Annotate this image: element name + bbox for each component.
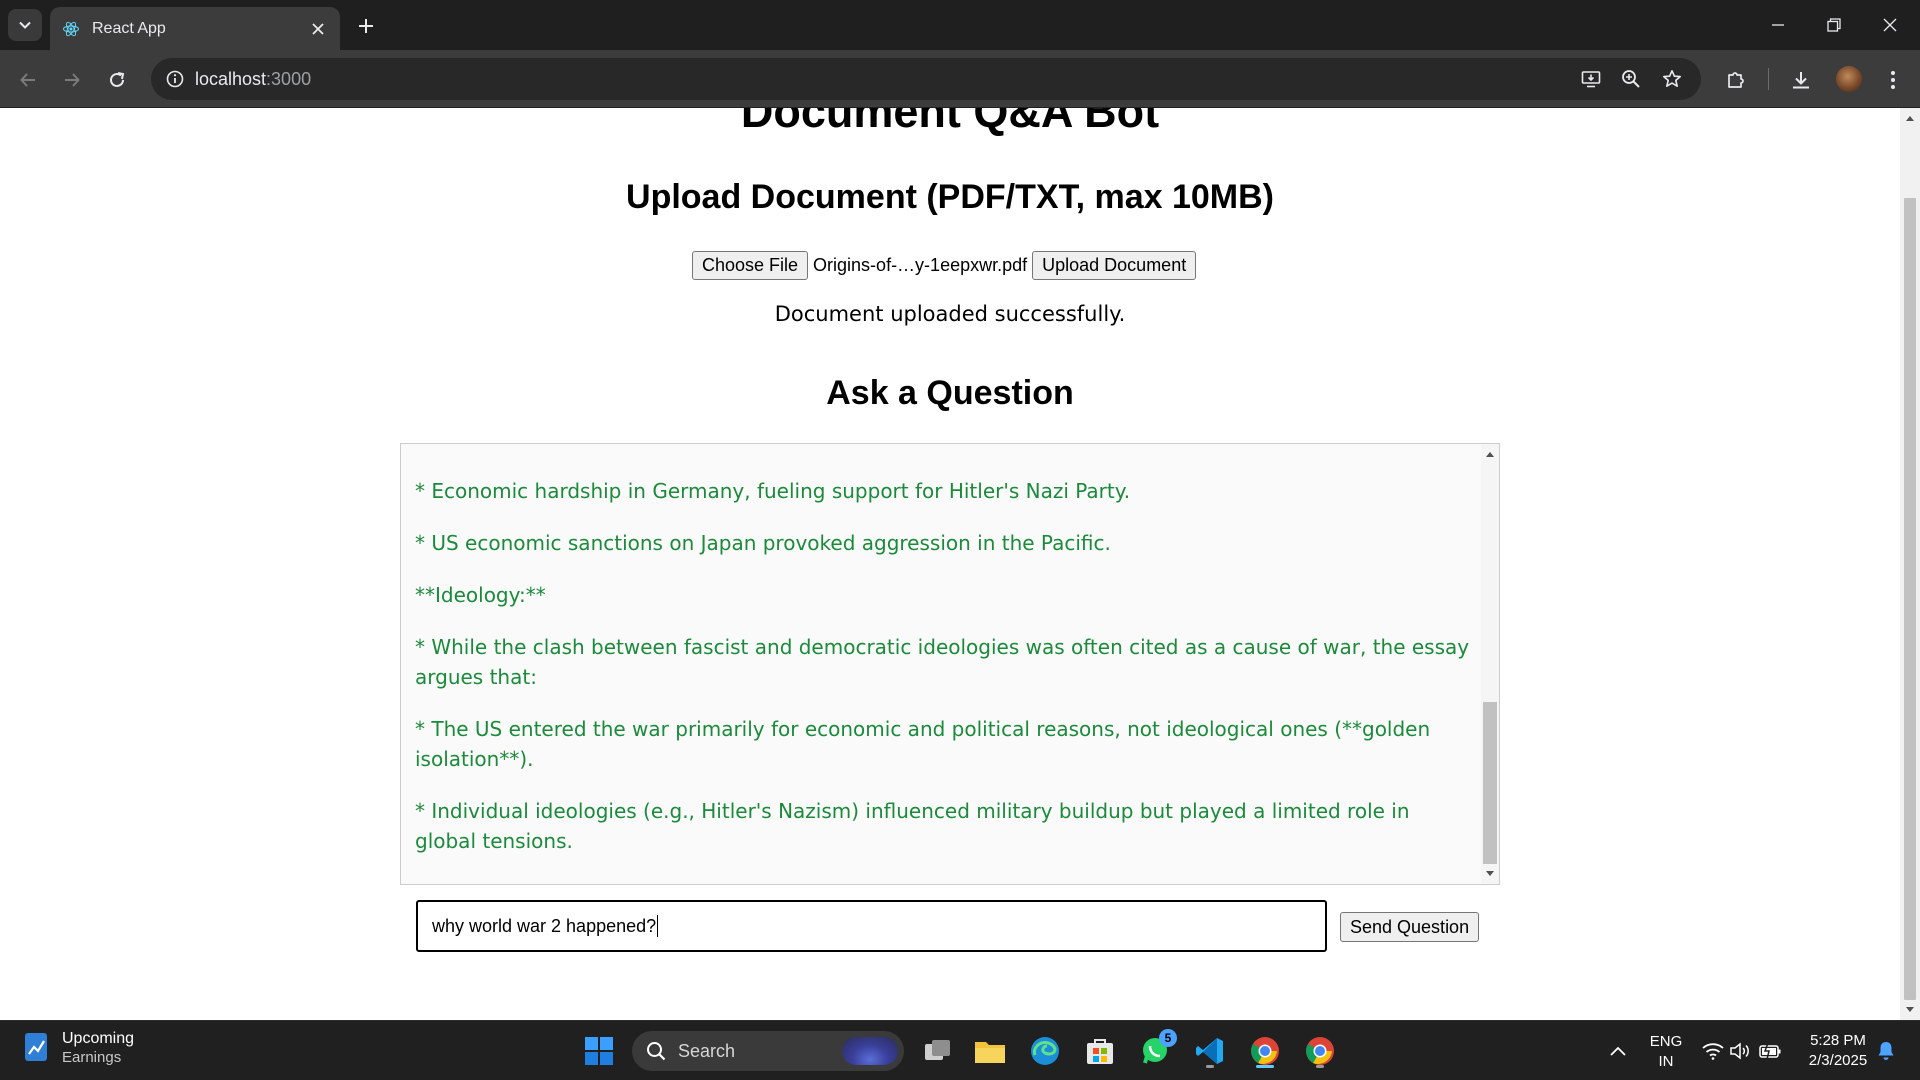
- page-scroll-up-icon[interactable]: [1905, 114, 1915, 122]
- answer-content: * Economic hardship in Germany, fueling …: [415, 444, 1475, 878]
- restore-icon: [1827, 18, 1841, 32]
- answer-paragraph: * Economic hardship in Germany, fueling …: [415, 479, 1131, 503]
- chevron-down-icon: [19, 21, 31, 29]
- chrome-profile-icon[interactable]: [1300, 1031, 1340, 1071]
- answer-scrollbar-thumb[interactable]: [1483, 702, 1497, 864]
- widgets-button[interactable]: Upcoming Earnings: [24, 1029, 134, 1067]
- browser-toolbar: localhost:3000: [0, 50, 1920, 108]
- close-icon: [1883, 18, 1897, 32]
- new-tab-button[interactable]: [352, 12, 380, 40]
- answer-line-clipped: [415, 444, 1475, 454]
- answer-paragraph: * The US entered the war primarily for e…: [415, 717, 1431, 771]
- tab-search-button[interactable]: [8, 9, 42, 41]
- tab-title: React App: [92, 19, 166, 37]
- language-line-2: IN: [1658, 1053, 1674, 1070]
- notification-bell-icon[interactable]: [1866, 1031, 1906, 1071]
- edge-browser-icon[interactable]: [1025, 1031, 1065, 1071]
- toolbar-separator: [1768, 68, 1769, 90]
- url-host: localhost: [195, 68, 267, 89]
- language-line-1: ENG: [1649, 1033, 1683, 1050]
- whatsapp-icon[interactable]: 5: [1135, 1029, 1177, 1071]
- minimize-icon: [1772, 24, 1784, 26]
- vscode-icon[interactable]: [1190, 1031, 1230, 1071]
- answer-paragraph: * US economic sanctions on Japan provoke…: [415, 531, 1111, 555]
- search-label: Search: [678, 1040, 736, 1061]
- question-heading: Ask a Question: [826, 374, 1074, 412]
- forward-button[interactable]: [56, 64, 88, 96]
- site-info-icon[interactable]: [155, 58, 195, 100]
- active-indicator: [1256, 1065, 1274, 1068]
- upload-document-button[interactable]: Upload Document: [1032, 250, 1197, 280]
- whatsapp-badge: 5: [1159, 1029, 1177, 1047]
- bookmark-star-icon[interactable]: [1656, 63, 1688, 95]
- profile-avatar[interactable]: [1836, 66, 1862, 92]
- search-icon: [647, 1042, 666, 1061]
- selected-file-name: Origins-of-…y-1eepxwr.pdf: [813, 254, 1028, 275]
- stock-chart-icon: [25, 1033, 47, 1061]
- install-app-icon[interactable]: [1575, 63, 1607, 95]
- windows-logo-icon: [585, 1037, 613, 1065]
- back-arrow-icon: [20, 73, 35, 87]
- forward-arrow-icon: [65, 73, 80, 87]
- answer-scrollbar[interactable]: [1481, 444, 1499, 884]
- upload-status: Document uploaded successfully.: [774, 302, 1126, 326]
- minimize-button[interactable]: [1750, 0, 1806, 50]
- answer-paragraph: * Individual ideologies (e.g., Hitler's …: [415, 799, 1410, 853]
- plus-icon: [359, 19, 373, 33]
- widget-subtitle: Earnings: [62, 1049, 122, 1066]
- back-button[interactable]: [12, 64, 44, 96]
- scroll-down-arrow-icon[interactable]: [1485, 870, 1495, 878]
- choose-file-button[interactable]: Choose File: [692, 250, 809, 280]
- address-bar[interactable]: localhost:3000: [151, 58, 1701, 100]
- zoom-icon[interactable]: [1615, 63, 1647, 95]
- browser-title-bar: React App: [0, 0, 1920, 50]
- page-scrollbar[interactable]: [1900, 108, 1920, 1020]
- close-tab-icon[interactable]: [308, 19, 328, 39]
- start-button[interactable]: [579, 1031, 619, 1071]
- restore-button[interactable]: [1806, 0, 1862, 50]
- send-question-button[interactable]: Send Question: [1340, 912, 1480, 942]
- url-text: localhost:3000: [195, 69, 311, 90]
- windows-taskbar: Upcoming Earnings Search 5 ENG IN 5:28 P…: [0, 1020, 1920, 1080]
- url-port: :3000: [266, 68, 312, 89]
- page-scroll-down-icon[interactable]: [1905, 1006, 1915, 1014]
- scroll-up-arrow-icon[interactable]: [1485, 450, 1495, 458]
- downloads-icon[interactable]: [1785, 64, 1817, 96]
- more-menu-icon[interactable]: [1877, 64, 1909, 96]
- reload-icon: [110, 72, 125, 87]
- search-highlight-image: [842, 1037, 898, 1065]
- answer-paragraph: **Ideology:**: [415, 583, 546, 607]
- text-caret: [657, 915, 659, 937]
- answer-box[interactable]: * Economic hardship in Germany, fueling …: [400, 443, 1500, 885]
- extensions-puzzle-icon[interactable]: [1720, 64, 1752, 96]
- taskbar-search[interactable]: Search: [632, 1031, 904, 1071]
- microsoft-store-icon[interactable]: [1080, 1031, 1120, 1071]
- file-explorer-icon[interactable]: [970, 1031, 1010, 1071]
- language-indicator[interactable]: ENG IN: [1642, 1032, 1690, 1072]
- page-scrollbar-thumb[interactable]: [1904, 198, 1916, 1000]
- widget-title: Upcoming: [62, 1030, 135, 1047]
- tab-react-app[interactable]: React App: [50, 7, 340, 50]
- upload-heading: Upload Document (PDF/TXT, max 10MB): [626, 178, 1274, 216]
- chevron-up-icon: [1610, 1046, 1626, 1056]
- page-viewport: Document Q&A Bot Upload Document (PDF/TX…: [0, 108, 1900, 1020]
- close-window-button[interactable]: [1862, 0, 1918, 50]
- react-logo-icon: [63, 21, 79, 36]
- question-input-value: why world war 2 happened?: [432, 915, 657, 936]
- page-title: Document Q&A Bot: [740, 108, 1160, 137]
- task-view-icon[interactable]: [918, 1031, 958, 1071]
- reload-button[interactable]: [101, 64, 133, 96]
- answer-paragraph: * While the clash between fascist and de…: [415, 635, 1470, 689]
- upload-row: Choose File Origins-of-…y-1eepxwr.pdf Up…: [692, 250, 1197, 280]
- question-input[interactable]: why world war 2 happened?: [416, 900, 1327, 952]
- chrome-taskbar-icon[interactable]: [1245, 1031, 1285, 1071]
- running-indicator: [1316, 1065, 1324, 1068]
- running-indicator: [1206, 1065, 1214, 1068]
- battery-icon[interactable]: [1750, 1031, 1790, 1071]
- show-hidden-icons-button[interactable]: [1598, 1031, 1638, 1071]
